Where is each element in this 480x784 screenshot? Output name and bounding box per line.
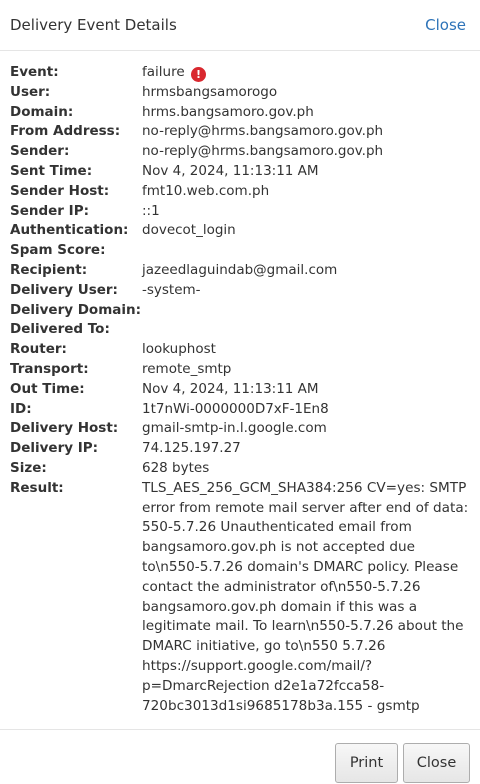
detail-row-from-address: From Address: no-reply@hrms.bangsamoro.g…	[10, 122, 470, 142]
dialog-title: Delivery Event Details	[10, 16, 177, 34]
detail-label: Out Time:	[10, 380, 85, 397]
detail-value: hrmsbangsamorogo	[142, 83, 278, 100]
detail-value: failure !	[142, 63, 470, 83]
detail-label: Delivery User:	[10, 281, 118, 298]
detail-label: Transport:	[10, 360, 89, 377]
detail-row-delivery-host: Delivery Host: gmail-smtp-in.l.google.co…	[10, 419, 470, 439]
detail-label: User:	[10, 83, 51, 100]
alert-icon: !	[190, 67, 206, 82]
detail-label: From Address:	[10, 123, 121, 140]
detail-value: no-reply@hrms.bangsamoro.gov.ph	[142, 143, 384, 160]
detail-label: Sender Host:	[10, 182, 110, 199]
detail-row-sender: Sender: no-reply@hrms.bangsamoro.gov.ph	[10, 142, 470, 162]
detail-row-recipient: Recipient: jazeedlaguindab@gmail.com	[10, 261, 470, 281]
detail-value: Nov 4, 2024, 11:13:11 AM	[142, 380, 319, 397]
detail-row-delivery-ip: Delivery IP: 74.125.197.27	[10, 439, 470, 459]
detail-row-delivery-domain: Delivery Domain:	[10, 301, 470, 321]
detail-row-result: Result: TLS_AES_256_GCM_SHA384:256 CV=ye…	[10, 479, 470, 717]
detail-label: Delivered To:	[10, 321, 110, 338]
detail-row-id: ID: 1t7nWi-0000000D7xF-1En8	[10, 400, 470, 420]
detail-row-out-time: Out Time: Nov 4, 2024, 11:13:11 AM	[10, 380, 470, 400]
detail-label: Delivery Host:	[10, 420, 119, 437]
detail-value: Nov 4, 2024, 11:13:11 AM	[142, 162, 319, 179]
detail-value: 74.125.197.27	[142, 440, 241, 457]
detail-value: 1t7nWi-0000000D7xF-1En8	[142, 400, 329, 417]
detail-row-router: Router: lookuphost	[10, 340, 470, 360]
detail-row-sender-host: Sender Host: fmt10.web.com.ph	[10, 182, 470, 202]
detail-row-size: Size: 628 bytes	[10, 459, 470, 479]
close-link[interactable]: Close	[425, 16, 466, 34]
detail-label: Delivery IP:	[10, 440, 99, 457]
detail-value: lookuphost	[142, 341, 216, 358]
detail-value: fmt10.web.com.ph	[142, 182, 270, 199]
detail-row-transport: Transport: remote_smtp	[10, 360, 470, 380]
detail-label: Sender IP:	[10, 202, 89, 219]
detail-row-domain: Domain: hrms.bangsamoro.gov.ph	[10, 103, 470, 123]
detail-label: Router:	[10, 341, 67, 358]
detail-row-sent-time: Sent Time: Nov 4, 2024, 11:13:11 AM	[10, 162, 470, 182]
detail-value: -system-	[142, 281, 201, 298]
result-message: TLS_AES_256_GCM_SHA384:256 CV=yes: SMTP …	[142, 479, 469, 714]
detail-row-sender-ip: Sender IP: ::1	[10, 202, 470, 222]
dialog-footer: Print Close	[0, 729, 480, 784]
detail-label: Sent Time:	[10, 162, 93, 179]
detail-label: Authentication:	[10, 222, 129, 239]
detail-value: ::1	[142, 202, 160, 219]
detail-value: hrms.bangsamoro.gov.ph	[142, 103, 314, 120]
close-button[interactable]: Close	[403, 743, 470, 783]
detail-label: Size:	[10, 459, 47, 476]
detail-label: Sender:	[10, 143, 70, 160]
detail-label: Spam Score:	[10, 242, 106, 259]
detail-label: Delivery Domain:	[10, 301, 142, 318]
print-button[interactable]: Print	[335, 743, 398, 783]
detail-value: dovecot_login	[142, 222, 236, 239]
detail-label: Result:	[10, 479, 64, 496]
detail-label: Event:	[10, 64, 59, 80]
dialog-header: Delivery Event Details Close	[0, 0, 480, 51]
detail-value: jazeedlaguindab@gmail.com	[142, 261, 338, 278]
detail-label: Recipient:	[10, 261, 88, 278]
detail-row-spam-score: Spam Score:	[10, 241, 470, 261]
detail-label: Domain:	[10, 103, 74, 120]
detail-value: remote_smtp	[142, 360, 232, 377]
event-status: failure	[142, 64, 185, 80]
detail-value: no-reply@hrms.bangsamoro.gov.ph	[142, 123, 384, 140]
delivery-event-dialog: Delivery Event Details Close Event: fail…	[0, 0, 480, 784]
detail-label: ID:	[10, 400, 32, 417]
detail-row-delivery-user: Delivery User: -system-	[10, 281, 470, 301]
detail-row-delivered-to: Delivered To:	[10, 320, 470, 340]
detail-row-user: User: hrmsbangsamorogo	[10, 83, 470, 103]
detail-row-authentication: Authentication: dovecot_login	[10, 221, 470, 241]
detail-value: gmail-smtp-in.l.google.com	[142, 420, 327, 437]
detail-value: 628 bytes	[142, 459, 210, 476]
detail-row-event: Event: failure !	[10, 63, 470, 83]
details-list: Event: failure ! User: hrmsbangsamorogo …	[0, 51, 480, 716]
